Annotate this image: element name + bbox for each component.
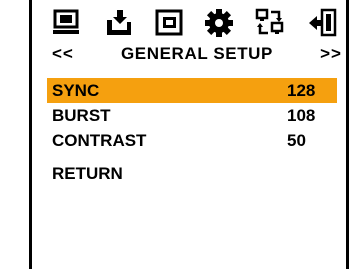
page-title: GENERAL SETUP	[120, 44, 273, 63]
exit-icon[interactable]	[308, 8, 338, 38]
return-button[interactable]: RETURN	[47, 161, 337, 186]
gear-icon[interactable]	[204, 8, 234, 38]
picture-in-picture-icon[interactable]	[154, 8, 184, 38]
network-icon[interactable]	[255, 8, 285, 38]
monitor-icon[interactable]	[52, 8, 82, 38]
menu-header: << GENERAL SETUP >>	[52, 44, 342, 64]
menu-item-contrast[interactable]: CONTRAST 50	[47, 128, 337, 153]
burst-value: 108	[287, 105, 316, 125]
return-label: RETURN	[52, 163, 123, 183]
next-page-arrows[interactable]: >>	[320, 44, 342, 64]
contrast-label: CONTRAST	[52, 130, 147, 150]
download-icon[interactable]	[104, 8, 134, 38]
sync-label: SYNC	[52, 80, 100, 100]
contrast-value: 50	[287, 130, 306, 150]
menu-item-burst[interactable]: BURST 108	[47, 103, 337, 128]
settings-menu: SYNC 128 BURST 108 CONTRAST 50 RETURN	[47, 78, 337, 186]
osd-panel: << GENERAL SETUP >> SYNC 128 BURST 108 C…	[29, 0, 349, 269]
burst-label: BURST	[52, 105, 111, 125]
sync-value: 128	[287, 80, 316, 100]
menu-item-sync[interactable]: SYNC 128	[47, 78, 337, 103]
icon-bar	[52, 8, 346, 40]
prev-page-arrows[interactable]: <<	[52, 44, 74, 64]
